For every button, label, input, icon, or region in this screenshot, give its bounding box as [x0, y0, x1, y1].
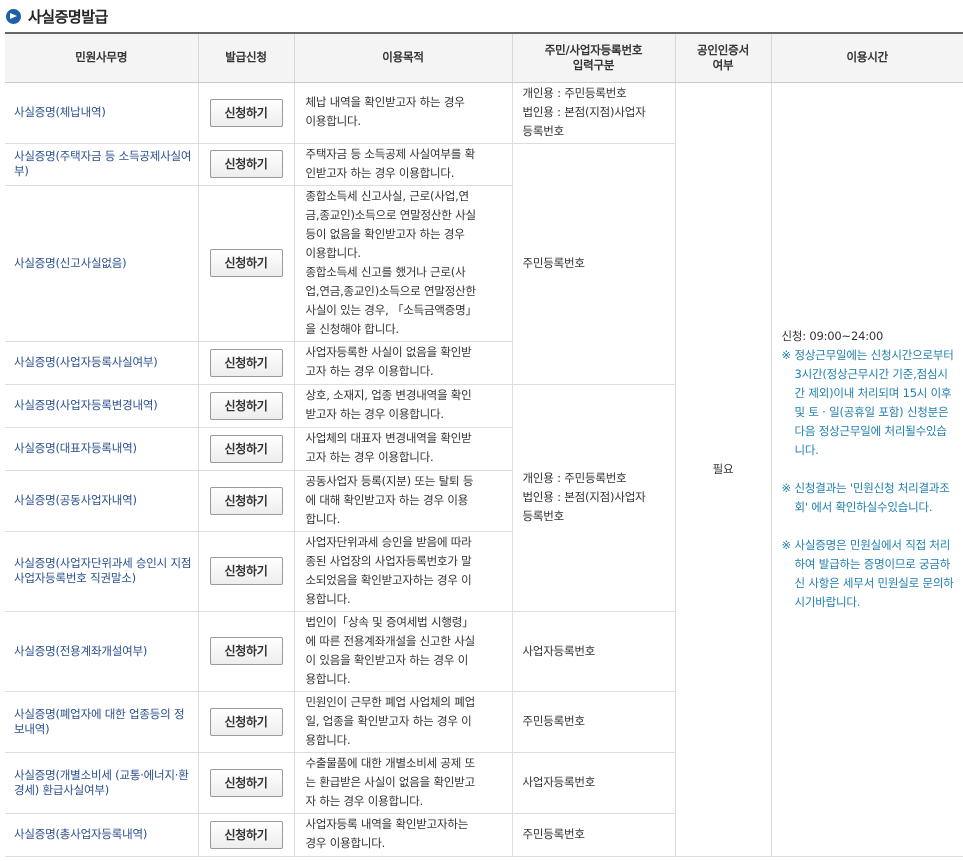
usage-note: ※ 사실증명은 민원실에서 직접 처리하여 발급하는 증명이므로 궁금하신 사항…: [782, 536, 958, 612]
arrow-circle-icon: [6, 8, 21, 24]
purpose-text: 사업자단위과세 승인을 받음에 따라 종된 사업장의 사업자등록번호가 말 소되…: [293, 531, 512, 612]
header-purpose: 이용목적: [293, 33, 512, 83]
purpose-text: 사업자등록 내역을 확인받고자하는 경우 이용합니다.: [293, 813, 512, 857]
purpose-text: 사업체의 대표자 변경내역을 확인받 고자 하는 경우 이용합니다.: [293, 427, 512, 471]
apply-button[interactable]: 신청하기: [209, 486, 283, 515]
service-name: 사실증명(총사업자등록내역): [5, 813, 198, 857]
service-name: 사실증명(사업자등록사실여부): [5, 341, 198, 385]
purpose-text: 체납 내역을 확인받고자 하는 경우 이용합니다.: [293, 82, 512, 144]
apply-button[interactable]: 신청하기: [209, 348, 283, 377]
idtype-text: 개인용 : 주민등록번호 법인용 : 본점(지점)사업자 등록번호: [511, 82, 675, 144]
apply-button[interactable]: 신청하기: [209, 249, 283, 277]
table-header-row: 민원사무명 발급신청 이용목적 주민/사업자등록번호 입력구분 공인인증서 여부…: [5, 33, 963, 83]
apply-button[interactable]: 신청하기: [209, 391, 283, 420]
header-name: 민원사무명: [5, 33, 198, 83]
idtype-text: 주민등록번호: [511, 813, 675, 857]
apply-button[interactable]: 신청하기: [209, 98, 283, 127]
service-name: 사실증명(체납내역): [5, 82, 198, 144]
service-name: 사실증명(대표자등록내역): [5, 427, 198, 471]
usage-note-text: 정상근무일에는 신청시간으로부터 3시간(정상근무시간 기준,점심시간 제외)이…: [794, 347, 954, 457]
usage-hours: 신청: 09:00~24:00: [781, 328, 884, 343]
note-mark: ※: [781, 480, 792, 495]
purpose-text: 민원인이 근무한 폐업 사업체의 폐업 일, 업종을 확인받고자 하는 경우 이…: [293, 691, 512, 753]
header-apply: 발급신청: [197, 33, 294, 83]
service-name: 사실증명(개별소비세 (교통·에너지·환경세) 환급사실여부): [5, 752, 198, 814]
service-name: 사실증명(주택자금 등 소득공제사실여부): [5, 143, 198, 186]
note-mark: ※: [781, 347, 792, 362]
purpose-text: 종합소득세 신고사실, 근로(사업,연 금,종교인)소득으로 연말정산한 사실 …: [293, 185, 512, 342]
apply-button[interactable]: 신청하기: [209, 557, 283, 585]
page-title: 사실증명발급: [28, 7, 108, 26]
certificate-table: 민원사무명 발급신청 이용목적 주민/사업자등록번호 입력구분 공인인증서 여부…: [5, 32, 963, 857]
table-row: 사실증명(체납내역) 신청하기 체납 내역을 확인받고자 하는 경우 이용합니다…: [5, 82, 963, 857]
service-name: 사실증명(폐업자에 대한 업종등의 정보내역): [5, 691, 198, 753]
apply-button[interactable]: 신청하기: [209, 707, 283, 736]
apply-button[interactable]: 신청하기: [209, 820, 283, 849]
apply-button[interactable]: 신청하기: [209, 434, 283, 463]
idtype-text: 개인용 : 주민등록번호 법인용 : 본점(지점)사업자 등록번호: [511, 384, 675, 612]
usage-time-cell: 신청: 09:00~24:00 ※ 정상근무일에는 신청시간으로부터 3시간(정…: [770, 82, 963, 857]
purpose-text: 사업자등록한 사실이 없음을 확인받 고자 하는 경우 이용합니다.: [293, 341, 512, 385]
header-idtype: 주민/사업자등록번호 입력구분: [511, 33, 675, 83]
service-name: 사실증명(사업자단위과세 승인시 지점사업자등록번호 직권말소): [5, 531, 198, 612]
usage-note: ※ 신청결과는 '민원신청 처리결과조회' 에서 확인하실수있습니다.: [782, 479, 958, 517]
usage-note-text: 사실증명은 민원실에서 직접 처리하여 발급하는 증명이므로 궁금하신 사항은 …: [794, 537, 954, 609]
idtype-text: 주민등록번호: [511, 691, 675, 753]
page-title-bar: 사실증명발급: [0, 0, 963, 32]
purpose-text: 수출물품에 대한 개별소비세 공제 또 는 환급받은 사실이 없음을 확인받고 …: [293, 752, 512, 814]
usage-note-text: 신청결과는 '민원신청 처리결과조회' 에서 확인하실수있습니다.: [794, 480, 950, 514]
purpose-text: 공동사업자 등록(지분) 또는 탈퇴 등 에 대해 확인받고자 하는 경우 이용…: [293, 470, 512, 532]
purpose-text: 상호, 소재지, 업종 변경내역을 확인 받고자 하는 경우 이용합니다.: [293, 384, 512, 428]
apply-button[interactable]: 신청하기: [209, 150, 283, 178]
cert-required: 필요: [674, 82, 771, 857]
apply-button[interactable]: 신청하기: [209, 768, 283, 797]
apply-button[interactable]: 신청하기: [209, 637, 283, 665]
purpose-text: 법인이「상속 및 증여세법 시행령」 에 따른 전용계좌개설을 신고한 사실 이…: [293, 611, 512, 692]
purpose-text: 주택자금 등 소득공제 사실여부를 확 인받고자 하는 경우 이용합니다.: [293, 143, 512, 186]
service-name: 사실증명(전용계좌개설여부): [5, 611, 198, 692]
idtype-text: 사업자등록번호: [511, 611, 675, 692]
service-name: 사실증명(공동사업자내역): [5, 470, 198, 532]
idtype-text: 사업자등록번호: [511, 752, 675, 814]
header-cert: 공인인증서 여부: [674, 33, 771, 83]
header-time: 이용시간: [770, 33, 963, 83]
idtype-text: 주민등록번호: [511, 143, 675, 385]
usage-note: ※ 정상근무일에는 신청시간으로부터 3시간(정상근무시간 기준,점심시간 제외…: [782, 346, 958, 460]
note-mark: ※: [781, 537, 792, 552]
service-name: 사실증명(사업자등록변경내역): [5, 384, 198, 428]
service-name: 사실증명(신고사실없음): [5, 185, 198, 342]
